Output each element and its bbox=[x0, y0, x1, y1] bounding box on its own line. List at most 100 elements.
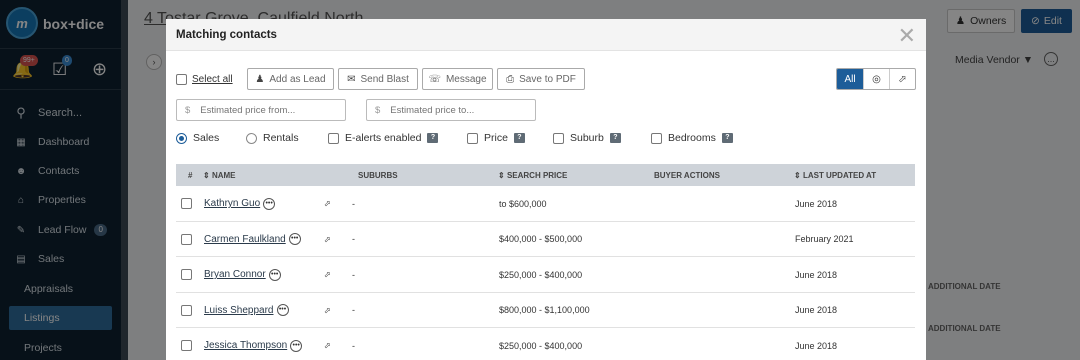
contact-name-link[interactable]: Luiss Sheppard bbox=[204, 305, 274, 316]
matching-contacts-modal: Matching contacts ✕ Select all ♟ Add as L… bbox=[166, 19, 926, 360]
suburbs-cell: - bbox=[352, 340, 355, 351]
sales-radio[interactable] bbox=[176, 132, 187, 144]
help-icon[interactable]: ? bbox=[427, 133, 439, 143]
search-price-cell: $800,000 - $1,100,000 bbox=[499, 305, 590, 315]
envelope-icon: ✉ bbox=[347, 73, 356, 85]
row-checkbox[interactable] bbox=[181, 304, 192, 316]
table-header: # ⇕ NAME SUBURBS ⇕ SEARCH PRICE BUYER AC… bbox=[176, 164, 915, 186]
more-options-icon[interactable]: ••• bbox=[268, 268, 281, 281]
sort-icon: ⇕ bbox=[498, 170, 505, 180]
button-label: Send Blast bbox=[360, 73, 409, 85]
table-row[interactable]: Carmen Faulkland ••• ⬀ - $400,000 - $500,… bbox=[176, 222, 915, 257]
select-all-checkbox[interactable] bbox=[176, 74, 187, 85]
column-header-name[interactable]: ⇕ NAME bbox=[203, 164, 236, 186]
search-price-cell: $400,000 - $500,000 bbox=[499, 234, 583, 244]
column-label: NAME bbox=[211, 170, 236, 180]
price-from-field[interactable]: $ bbox=[176, 99, 346, 121]
search-price-cell: to $600,000 bbox=[499, 198, 547, 209]
tag-icon: ⬀ bbox=[324, 199, 331, 208]
rentals-label: Rentals bbox=[263, 132, 299, 144]
sort-icon: ⇕ bbox=[794, 170, 801, 180]
row-checkbox[interactable] bbox=[181, 269, 192, 280]
phone-icon: ☏ bbox=[428, 73, 441, 85]
tag-icon: ⬀ bbox=[324, 341, 331, 350]
suburb-label: Suburb bbox=[570, 132, 604, 144]
ealerts-label: E-alerts enabled bbox=[345, 132, 422, 144]
column-header-suburbs: SUBURBS bbox=[358, 170, 398, 180]
more-options-icon[interactable]: ••• bbox=[263, 197, 276, 210]
rentals-radio[interactable] bbox=[246, 132, 257, 144]
price-from-input[interactable] bbox=[200, 104, 331, 116]
table-row[interactable]: Kathryn Guo ••• ⬀ - to $600,000 June 2018 bbox=[176, 186, 915, 222]
tag-icon: ⬀ bbox=[324, 234, 331, 244]
bedrooms-checkbox[interactable] bbox=[651, 132, 662, 144]
message-button[interactable]: ☏ Message bbox=[422, 68, 493, 90]
contact-name-link[interactable]: Jessica Thompson bbox=[204, 340, 287, 351]
select-all[interactable]: Select all bbox=[176, 74, 233, 85]
contacts-table: # ⇕ NAME SUBURBS ⇕ SEARCH PRICE BUYER AC… bbox=[176, 164, 915, 360]
suburbs-cell: - bbox=[352, 198, 355, 209]
tag-icon: ⬀ bbox=[324, 305, 331, 315]
help-icon[interactable]: ? bbox=[609, 133, 621, 143]
currency-label: $ bbox=[375, 104, 381, 116]
row-checkbox[interactable] bbox=[181, 198, 192, 209]
column-header-buyer-actions: BUYER ACTIONS bbox=[654, 170, 720, 180]
last-updated-cell: June 2018 bbox=[795, 269, 838, 280]
add-as-lead-button[interactable]: ♟ Add as Lead bbox=[247, 68, 334, 90]
ealerts-checkbox[interactable] bbox=[328, 132, 339, 144]
modal-title: Matching contacts bbox=[176, 28, 277, 41]
filter-tag-icon[interactable]: ⬀ bbox=[889, 69, 915, 89]
ealerts-option[interactable]: E-alerts enabled ? bbox=[328, 132, 439, 144]
price-option[interactable]: Price ? bbox=[467, 132, 525, 144]
search-price-cell: $250,000 - $400,000 bbox=[499, 340, 583, 351]
suburb-checkbox[interactable] bbox=[553, 132, 564, 144]
suburbs-cell: - bbox=[352, 305, 355, 315]
last-updated-cell: February 2021 bbox=[795, 234, 854, 244]
table-row[interactable]: Bryan Connor ••• ⬀ - $250,000 - $400,000 … bbox=[176, 257, 915, 293]
add-user-icon: ♟ bbox=[255, 73, 265, 85]
price-checkbox[interactable] bbox=[467, 132, 478, 144]
bedrooms-option[interactable]: Bedrooms ? bbox=[651, 132, 733, 144]
suburb-option[interactable]: Suburb ? bbox=[553, 132, 621, 144]
close-icon[interactable]: ✕ bbox=[898, 23, 916, 49]
price-to-input[interactable] bbox=[390, 104, 521, 116]
table-row[interactable]: Jessica Thompson ••• ⬀ - $250,000 - $400,… bbox=[176, 328, 915, 360]
table-row[interactable]: Luiss Sheppard ••• ⬀ - $800,000 - $1,100,… bbox=[176, 293, 915, 328]
last-updated-cell: June 2018 bbox=[795, 305, 838, 315]
contact-name-link[interactable]: Kathryn Guo bbox=[204, 198, 260, 209]
column-label: SEARCH PRICE bbox=[506, 170, 568, 180]
column-header-search-price[interactable]: ⇕ SEARCH PRICE bbox=[498, 164, 567, 186]
contact-name-link[interactable]: Carmen Faulkland bbox=[204, 234, 286, 245]
send-blast-button[interactable]: ✉ Send Blast bbox=[338, 68, 418, 90]
printer-icon: ⎙ bbox=[506, 73, 515, 85]
row-checkbox[interactable] bbox=[181, 340, 192, 351]
help-icon[interactable]: ? bbox=[721, 133, 733, 143]
button-label: Add as Lead bbox=[269, 73, 326, 85]
select-all-label[interactable]: Select all bbox=[192, 74, 233, 85]
filter-segmented-control: All ◎ ⬀ bbox=[836, 68, 916, 90]
save-to-pdf-button[interactable]: ⎙ Save to PDF bbox=[497, 68, 585, 90]
currency-label: $ bbox=[185, 104, 191, 116]
sort-icon: ⇕ bbox=[203, 170, 210, 180]
more-options-icon[interactable]: ••• bbox=[288, 233, 301, 245]
price-to-field[interactable]: $ bbox=[366, 99, 536, 121]
contact-name-link[interactable]: Bryan Connor bbox=[204, 269, 266, 280]
sales-option[interactable]: Sales bbox=[176, 132, 219, 144]
price-label: Price bbox=[484, 132, 508, 144]
bedrooms-label: Bedrooms bbox=[668, 132, 716, 144]
modal-header: Matching contacts bbox=[166, 19, 926, 51]
button-label: Save to PDF bbox=[519, 73, 576, 85]
column-header-num: # bbox=[188, 170, 193, 180]
sales-label: Sales bbox=[193, 132, 220, 144]
last-updated-cell: June 2018 bbox=[795, 340, 838, 351]
rentals-option[interactable]: Rentals bbox=[246, 132, 299, 144]
filter-target-icon[interactable]: ◎ bbox=[863, 69, 889, 89]
last-updated-cell: June 2018 bbox=[795, 198, 838, 209]
row-checkbox[interactable] bbox=[181, 233, 192, 245]
filter-all-button[interactable]: All bbox=[837, 69, 863, 89]
more-options-icon[interactable]: ••• bbox=[276, 304, 289, 316]
button-label: Message bbox=[445, 73, 487, 85]
column-header-last-updated[interactable]: ⇕ LAST UPDATED AT bbox=[794, 164, 876, 186]
more-options-icon[interactable]: ••• bbox=[290, 339, 303, 352]
help-icon[interactable]: ? bbox=[513, 133, 525, 143]
